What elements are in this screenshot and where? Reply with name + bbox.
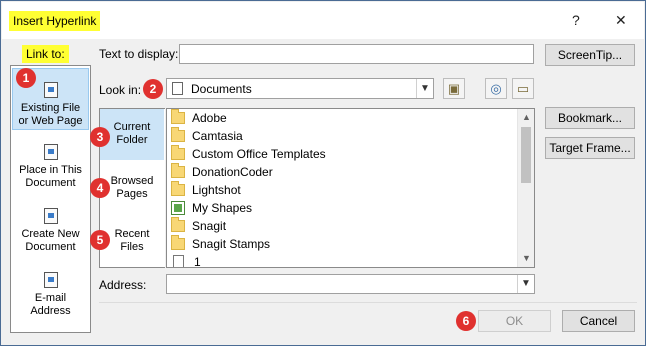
text-to-display-label: Text to display:	[99, 47, 179, 61]
email-address-icon	[43, 272, 58, 288]
existing-file-icon	[43, 82, 58, 98]
file-name: Adobe	[192, 111, 227, 125]
documents-folder-icon	[172, 82, 183, 95]
bookmark-button[interactable]: Bookmark...	[545, 107, 635, 129]
link-create-new-document[interactable]: Create New Document	[12, 208, 89, 256]
list-item[interactable]: Camtasia	[171, 127, 243, 145]
address-field[interactable]: ▼	[166, 274, 535, 294]
folder-icon	[171, 217, 185, 232]
link-item-label: Address	[30, 305, 71, 317]
file-name: Snagit Stamps	[192, 237, 271, 251]
browse-web-icon[interactable]: ◎	[485, 78, 507, 99]
look-in-value: Documents	[191, 82, 252, 96]
list-item[interactable]: Custom Office Templates	[171, 145, 326, 163]
list-item[interactable]: My Shapes	[171, 199, 252, 217]
step-marker-1: 1	[16, 68, 36, 88]
list-item[interactable]: DonationCoder	[171, 163, 273, 181]
close-button[interactable]: ✕	[615, 12, 627, 29]
chevron-down-icon[interactable]: ▼	[517, 275, 534, 293]
address-label: Address:	[99, 278, 147, 292]
help-button[interactable]: ?	[572, 12, 580, 28]
step-marker-4: 4	[90, 178, 110, 198]
file-name: Snagit	[192, 219, 227, 233]
list-item[interactable]: Snagit	[171, 217, 226, 235]
divider	[99, 302, 637, 303]
folder-icon	[171, 235, 185, 250]
file-list-scrollbar[interactable]: ▲ ▼	[517, 109, 534, 267]
scroll-up-icon[interactable]: ▲	[518, 109, 534, 126]
dialog-title: Insert Hyperlink	[9, 11, 101, 31]
shapes-folder-icon	[171, 201, 185, 215]
step-marker-2: 2	[143, 79, 163, 99]
file-name: 1	[194, 255, 201, 268]
file-name: DonationCoder	[192, 165, 273, 179]
title-bar: Insert Hyperlink ? ✕	[2, 2, 644, 39]
file-list[interactable]: Adobe Camtasia Custom Office Templates D…	[166, 108, 535, 268]
scroll-down-icon[interactable]: ▼	[518, 250, 534, 267]
link-item-label: Document	[25, 177, 76, 189]
insert-hyperlink-dialog: Insert Hyperlink ? ✕ Link to: Existing F…	[0, 0, 646, 346]
folder-icon	[171, 109, 185, 124]
scrollbar-thumb[interactable]	[521, 127, 531, 183]
link-to-panel: Existing File or Web Page Place in This …	[10, 65, 91, 333]
browse-file-icon[interactable]: ▭	[512, 78, 534, 99]
screentip-button[interactable]: ScreenTip...	[545, 44, 635, 66]
file-name: My Shapes	[192, 201, 253, 215]
link-item-label: Document	[25, 241, 76, 253]
link-item-label: Place in This	[19, 164, 82, 176]
step-marker-6: 6	[456, 311, 476, 331]
target-frame-button[interactable]: Target Frame...	[545, 137, 635, 159]
link-item-label: E-mail	[34, 292, 67, 304]
chevron-down-icon[interactable]: ▼	[416, 79, 433, 98]
create-new-document-icon	[43, 208, 58, 224]
link-email-address[interactable]: E-mail Address	[12, 272, 89, 320]
step-marker-3: 3	[90, 127, 110, 147]
up-one-folder-icon[interactable]: ▣	[443, 78, 465, 99]
folder-icon	[171, 145, 185, 160]
link-item-label: or Web Page	[18, 115, 83, 127]
list-item[interactable]: Snagit Stamps	[171, 235, 270, 253]
look-in-label: Look in:	[99, 83, 142, 97]
browse-item-label: Current	[113, 121, 151, 133]
cancel-button[interactable]: Cancel	[562, 310, 635, 332]
place-in-document-icon	[43, 144, 58, 160]
link-item-label: Create New	[21, 228, 80, 240]
list-item[interactable]: Adobe	[171, 109, 227, 127]
look-in-dropdown[interactable]: Documents ▼	[166, 78, 434, 99]
document-icon	[173, 255, 184, 267]
file-name: Custom Office Templates	[192, 147, 326, 161]
folder-icon	[171, 181, 185, 196]
step-marker-5: 5	[90, 230, 110, 250]
ok-button[interactable]: OK	[478, 310, 551, 332]
list-item[interactable]: 1	[171, 253, 201, 268]
file-name: Camtasia	[192, 129, 243, 143]
link-item-label: Existing File	[20, 102, 81, 114]
link-place-in-this-document[interactable]: Place in This Document	[12, 144, 89, 192]
folder-icon	[171, 127, 185, 142]
text-to-display-field[interactable]	[179, 44, 534, 64]
recent-files-option[interactable]: Recent Files	[100, 228, 164, 258]
browse-item-label: Files	[120, 241, 144, 253]
folder-icon	[171, 163, 185, 178]
list-item[interactable]: Lightshot	[171, 181, 241, 199]
file-name: Lightshot	[192, 183, 241, 197]
link-to-label: Link to:	[22, 45, 69, 63]
